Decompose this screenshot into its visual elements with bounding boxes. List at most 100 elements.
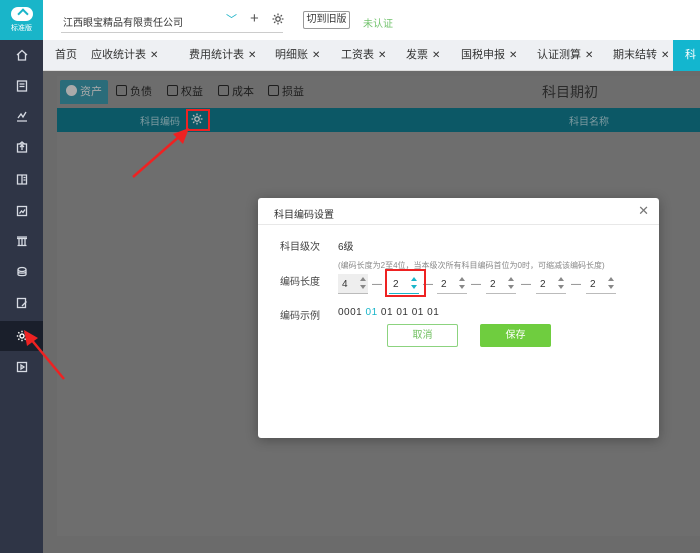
arrow-up-icon[interactable] [459,277,465,281]
tab-label: 发票 [406,49,428,61]
tab-label: 费用统计表 [189,49,244,61]
rail-edit-icon[interactable] [0,288,43,318]
close-icon[interactable]: ✕ [432,50,440,61]
chart-icon [268,85,279,96]
code-example: 0001 01 01 01 01 01 [338,307,439,318]
arrow-up-icon[interactable] [558,277,564,281]
example-label: 编码示例 [280,311,320,322]
close-icon[interactable]: ✕ [312,50,320,61]
stepper-value: 4 [342,279,348,290]
arrow-down-icon[interactable] [360,285,366,289]
tab-label: 科 [685,49,696,61]
close-icon[interactable]: ✕ [661,50,669,61]
tab-account-opening[interactable]: 科 [673,40,700,71]
header-account-code: 科目编码 [140,117,180,128]
subtab-label: 权益 [181,86,203,98]
code-settings-gear-icon[interactable] [190,112,204,126]
subtab-label: 损益 [282,86,304,98]
verification-status[interactable]: 未认证 [363,15,393,30]
tab-expenses[interactable]: 费用统计表 ✕ [189,40,256,71]
close-icon[interactable]: ✕ [585,50,593,61]
logo-text: 标准版 [11,25,32,32]
rail-book-icon[interactable] [0,164,43,194]
dialog-title: 科目编码设置 [274,210,334,221]
arrow-down-icon[interactable] [459,285,465,289]
rail-report-icon[interactable] [0,196,43,226]
chevron-down-icon[interactable]: ﹀ [226,11,237,27]
tab-tax-filing[interactable]: 国税申报 ✕ [461,40,517,71]
length-label: 编码长度 [280,277,320,288]
rail-chart-icon[interactable] [0,101,43,131]
tab-receivables[interactable]: 应收统计表 ✕ [91,40,158,71]
rail-bank-icon[interactable] [0,226,43,256]
tab-payroll[interactable]: 工资表 ✕ [341,40,386,71]
tab-ledger[interactable]: 明细账 ✕ [275,40,320,71]
rail-upload-icon[interactable] [0,132,43,162]
separator: — [372,279,382,290]
separator: — [571,279,581,290]
arrow-down-icon[interactable] [508,285,514,289]
cloud-logo-icon [10,7,33,21]
close-icon[interactable]: ✕ [638,203,649,219]
tab-label: 明细账 [275,49,308,61]
subtab-label: 负债 [130,86,152,98]
length-stepper-5[interactable]: 2 [536,274,566,294]
switch-old-version-button[interactable]: 切到旧版 [303,11,350,29]
left-rail: 标准版 [0,0,43,553]
arrow-up-icon[interactable] [508,277,514,281]
subtab-profit-loss[interactable]: 损益 [262,80,310,104]
subtab-assets[interactable]: 资产 [60,80,108,104]
rail-home-icon[interactable] [0,40,43,70]
length-stepper-3[interactable]: 2 [437,274,467,294]
tab-label: 工资表 [341,49,374,61]
rail-play-icon[interactable] [0,352,43,382]
subtab-equity[interactable]: 权益 [161,80,209,104]
company-selector[interactable]: 江西眼宝精品有限责任公司 [63,14,183,29]
rail-settings-icon[interactable] [0,321,43,351]
add-icon[interactable]: + [250,10,259,27]
stepper-value: 2 [490,279,496,290]
close-icon[interactable]: ✕ [248,50,256,61]
arrow-down-icon[interactable] [558,285,564,289]
example-highlight: 01 [365,307,378,318]
subtab-cost[interactable]: 成本 [212,80,260,104]
arrow-down-icon[interactable] [608,285,614,289]
tab-invoices[interactable]: 发票 ✕ [406,40,440,71]
close-icon[interactable]: ✕ [509,50,517,61]
subtab-liabilities[interactable]: 负债 [110,80,158,104]
arrow-up-icon[interactable] [608,277,614,281]
subtab-label: 成本 [232,86,254,98]
stepper-value: 2 [590,279,596,290]
arrow-up-icon[interactable] [360,277,366,281]
account-type-tabs: 资产 负债 权益 成本 损益 科目期初 [57,76,700,108]
gear-icon[interactable] [271,12,285,26]
tab-label: 认证测算 [537,49,581,61]
company-underline [61,32,283,33]
header-account-name: 科目名称 [569,117,609,128]
person-icon [167,85,178,96]
tab-label: 期末结转 [613,49,657,61]
app-logo[interactable]: 标准版 [0,0,43,40]
table-header: 科目编码 科目名称 [57,108,700,132]
stepper-value: 2 [540,279,546,290]
length-stepper-1[interactable]: 4 [338,274,368,294]
tab-cert-estimate[interactable]: 认证测算 ✕ [537,40,593,71]
close-icon[interactable]: ✕ [378,50,386,61]
cancel-button[interactable]: 取消 [387,324,458,347]
length-stepper-6[interactable]: 2 [586,274,616,294]
length-stepper-4[interactable]: 2 [486,274,516,294]
close-icon[interactable]: ✕ [150,50,158,61]
tab-bar: 首页 应收统计表 ✕ 费用统计表 ✕ 明细账 ✕ 工资表 ✕ 发票 ✕ 国税申报 ✕ 认证测… [43,40,700,71]
example-prefix: 0001 [338,307,366,318]
rail-voucher-icon[interactable] [0,71,43,101]
rail-coins-icon[interactable] [0,257,43,287]
layers-icon [218,85,229,96]
tab-period-closing[interactable]: 期末结转 ✕ [613,40,669,71]
tab-home[interactable]: 首页 [55,40,77,71]
coin-icon [66,85,77,96]
save-button[interactable]: 保存 [480,324,551,347]
separator: — [521,279,531,290]
subtab-label: 资产 [80,86,102,98]
tab-label: 首页 [55,49,77,61]
dialog-header: 科目编码设置 ✕ [258,198,659,225]
